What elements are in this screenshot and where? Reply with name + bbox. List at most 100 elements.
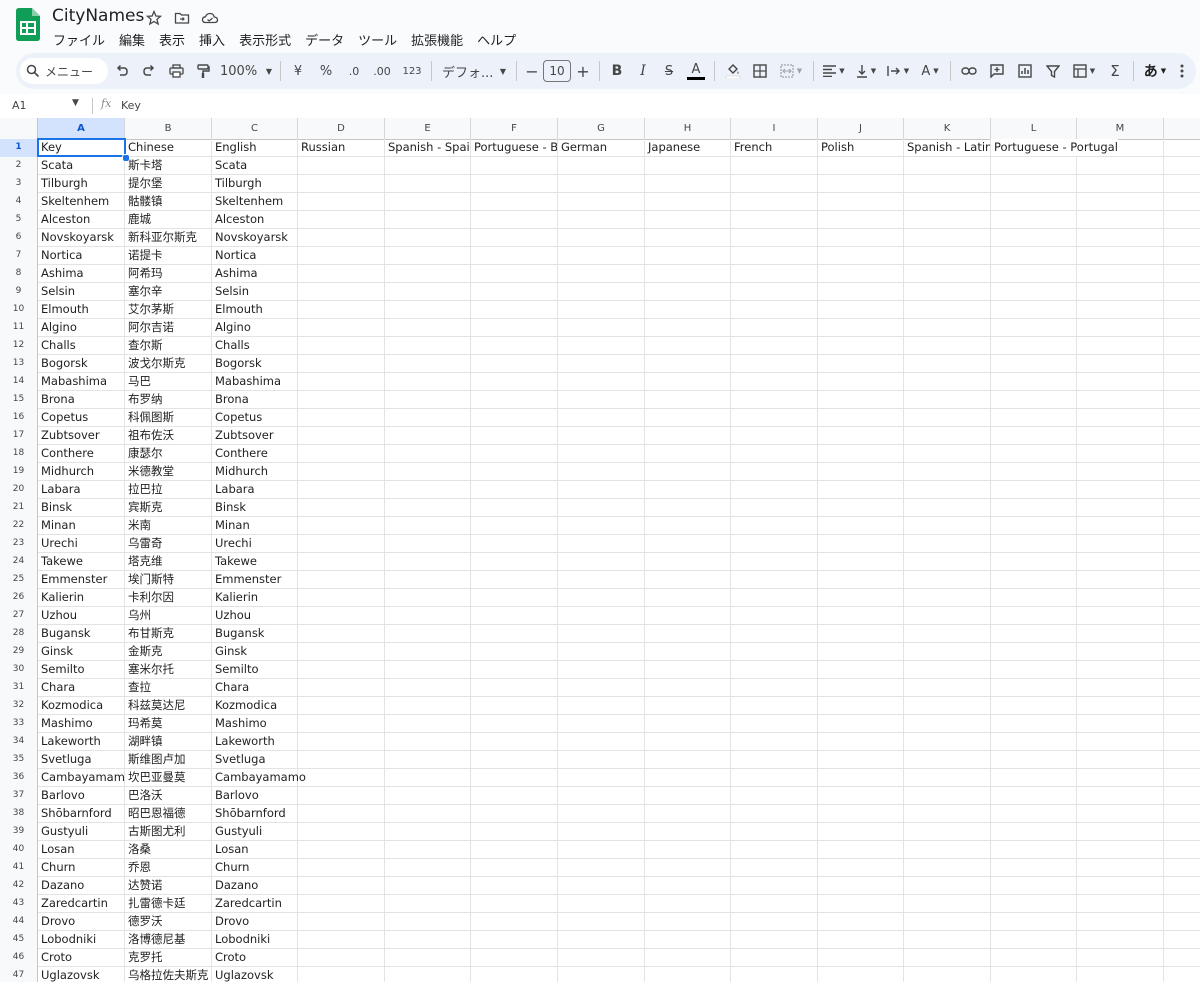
fill-color-icon[interactable] bbox=[719, 57, 747, 85]
cell[interactable] bbox=[385, 931, 471, 948]
cell[interactable] bbox=[991, 805, 1077, 822]
cell[interactable] bbox=[558, 517, 645, 534]
cell[interactable]: 骷髅镇 bbox=[125, 193, 212, 210]
cell[interactable] bbox=[1077, 607, 1164, 624]
cell[interactable] bbox=[298, 661, 385, 678]
cell[interactable] bbox=[818, 211, 904, 228]
decrease-decimal-button[interactable]: .0 bbox=[341, 57, 367, 85]
cell[interactable] bbox=[1077, 517, 1164, 534]
cell[interactable] bbox=[991, 679, 1077, 696]
cell[interactable] bbox=[731, 283, 818, 300]
cell[interactable] bbox=[298, 247, 385, 264]
cell[interactable] bbox=[904, 157, 991, 174]
column-header[interactable]: E bbox=[385, 118, 471, 139]
cell[interactable] bbox=[991, 769, 1077, 786]
cell[interactable] bbox=[298, 607, 385, 624]
cell[interactable] bbox=[731, 769, 818, 786]
row-header[interactable]: 37 bbox=[0, 787, 38, 805]
cell[interactable]: Takewe bbox=[38, 553, 125, 570]
cell[interactable]: 玛希莫 bbox=[125, 715, 212, 732]
row-header[interactable]: 14 bbox=[0, 373, 38, 391]
cell[interactable]: Spanish - Latin America bbox=[904, 139, 991, 156]
cell[interactable] bbox=[904, 733, 991, 750]
cell[interactable] bbox=[385, 769, 471, 786]
cell[interactable]: Dazano bbox=[212, 877, 298, 894]
row-header[interactable]: 8 bbox=[0, 265, 38, 283]
cell[interactable] bbox=[818, 517, 904, 534]
print-icon[interactable] bbox=[162, 57, 190, 85]
cell[interactable] bbox=[904, 319, 991, 336]
cell[interactable] bbox=[991, 643, 1077, 660]
cell[interactable] bbox=[904, 481, 991, 498]
cell[interactable]: Skeltenhem bbox=[38, 193, 125, 210]
cell[interactable] bbox=[471, 283, 558, 300]
row-header[interactable]: 39 bbox=[0, 823, 38, 841]
cell[interactable] bbox=[1077, 211, 1164, 228]
paint-format-icon[interactable] bbox=[190, 57, 216, 85]
cell[interactable] bbox=[904, 967, 991, 982]
cell[interactable] bbox=[645, 427, 731, 444]
cell[interactable]: Alceston bbox=[38, 211, 125, 228]
cell[interactable] bbox=[471, 499, 558, 516]
cell[interactable] bbox=[818, 913, 904, 930]
cell[interactable] bbox=[385, 913, 471, 930]
cell[interactable] bbox=[558, 967, 645, 982]
column-header[interactable]: A bbox=[38, 118, 125, 139]
cell[interactable]: Labara bbox=[38, 481, 125, 498]
cell[interactable] bbox=[818, 535, 904, 552]
cell[interactable] bbox=[385, 661, 471, 678]
cell[interactable] bbox=[904, 877, 991, 894]
cell[interactable] bbox=[298, 625, 385, 642]
cell[interactable]: Spanish - Spain bbox=[385, 139, 471, 156]
cell[interactable] bbox=[385, 229, 471, 246]
row-header[interactable]: 16 bbox=[0, 409, 38, 427]
column-header[interactable]: G bbox=[558, 118, 645, 139]
menu-item[interactable]: 拡張機能 bbox=[404, 28, 470, 51]
cell[interactable]: Russian bbox=[298, 139, 385, 156]
cell[interactable]: Mabashima bbox=[212, 373, 298, 390]
cell[interactable]: Uglazovsk bbox=[38, 967, 125, 982]
cell[interactable] bbox=[904, 679, 991, 696]
cell[interactable] bbox=[558, 445, 645, 462]
formula-input[interactable]: Key bbox=[121, 99, 141, 112]
cell[interactable] bbox=[904, 193, 991, 210]
cell[interactable] bbox=[1077, 967, 1164, 982]
cell[interactable] bbox=[1077, 715, 1164, 732]
cell[interactable]: Kozmodica bbox=[38, 697, 125, 714]
column-header[interactable]: K bbox=[904, 118, 991, 139]
cell[interactable] bbox=[991, 859, 1077, 876]
cell[interactable]: Copetus bbox=[212, 409, 298, 426]
cell[interactable] bbox=[471, 769, 558, 786]
cell[interactable] bbox=[818, 319, 904, 336]
cell[interactable] bbox=[904, 463, 991, 480]
cell[interactable] bbox=[471, 229, 558, 246]
cell[interactable]: 诺提卡 bbox=[125, 247, 212, 264]
cell[interactable] bbox=[818, 733, 904, 750]
column-header[interactable]: H bbox=[645, 118, 731, 139]
cell[interactable] bbox=[904, 625, 991, 642]
cell[interactable] bbox=[1077, 535, 1164, 552]
cell[interactable] bbox=[731, 445, 818, 462]
cell[interactable] bbox=[731, 301, 818, 318]
cell[interactable] bbox=[471, 427, 558, 444]
cell[interactable]: 斯卡塔 bbox=[125, 157, 212, 174]
row-header[interactable]: 27 bbox=[0, 607, 38, 625]
cell[interactable]: 乌格拉佐夫斯克 bbox=[125, 967, 212, 982]
strikethrough-icon[interactable]: S bbox=[656, 57, 682, 85]
cell[interactable]: Cambayamamo bbox=[212, 769, 306, 786]
cell[interactable]: Uzhou bbox=[212, 607, 298, 624]
cell[interactable] bbox=[731, 373, 818, 390]
cell[interactable] bbox=[904, 247, 991, 264]
cell[interactable] bbox=[645, 715, 731, 732]
cell[interactable] bbox=[904, 229, 991, 246]
cell[interactable] bbox=[991, 427, 1077, 444]
cell[interactable] bbox=[818, 949, 904, 966]
cell[interactable]: Zubtsover bbox=[212, 427, 298, 444]
row-header[interactable]: 33 bbox=[0, 715, 38, 733]
cell[interactable] bbox=[1077, 427, 1164, 444]
cell[interactable] bbox=[904, 445, 991, 462]
cell[interactable]: Croto bbox=[38, 949, 125, 966]
cell[interactable]: Zubtsover bbox=[38, 427, 125, 444]
cell[interactable] bbox=[645, 895, 731, 912]
cell[interactable] bbox=[385, 967, 471, 982]
